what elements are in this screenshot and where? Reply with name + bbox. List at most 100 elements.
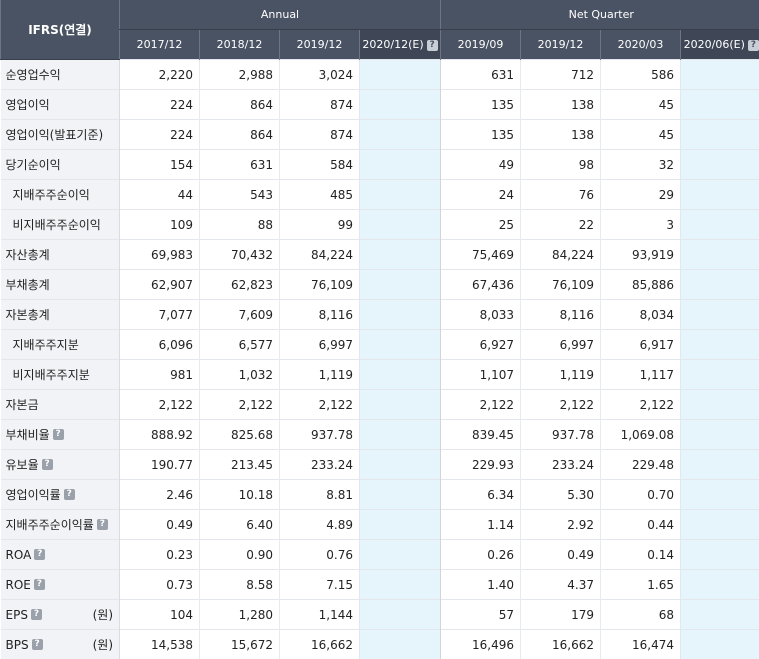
quarter-estimate-cell <box>681 210 759 240</box>
quarter-estimate-cell <box>681 630 759 659</box>
row-label: 영업이익(발표기준) <box>6 126 104 143</box>
quarter-value-cell: 85,886 <box>601 270 681 300</box>
annual-value-cell: 2.46 <box>120 480 200 510</box>
help-icon[interactable]: ? <box>34 549 45 560</box>
table-row: 부채비율?888.92825.68937.78839.45937.781,069… <box>1 420 759 450</box>
quarter-estimate-cell <box>681 60 759 90</box>
annual-estimate-cell <box>360 510 441 540</box>
annual-value-cell: 16,662 <box>280 630 360 659</box>
row-label: 부채총계 <box>6 276 50 293</box>
annual-value-cell: 6,997 <box>280 330 360 360</box>
quarter-value-cell: 93,919 <box>601 240 681 270</box>
quarter-value-cell: 6,917 <box>601 330 681 360</box>
annual-estimate-cell <box>360 330 441 360</box>
quarter-value-cell: 32 <box>601 150 681 180</box>
table-row: 지배주주순이익률?0.496.404.891.142.920.44 <box>1 510 759 540</box>
annual-value-cell: 76,109 <box>280 270 360 300</box>
table-row: ROA?0.230.900.760.260.490.14 <box>1 540 759 570</box>
quarter-estimate-cell <box>681 390 759 420</box>
quarter-value-cell: 6,997 <box>521 330 601 360</box>
row-label: 순영업수익 <box>6 66 61 83</box>
annual-value-cell: 1,144 <box>280 600 360 630</box>
row-label-cell: 유보율? <box>1 450 120 480</box>
annual-estimate-cell <box>360 270 441 300</box>
row-label: BPS <box>6 638 29 652</box>
quarter-value-cell: 6.34 <box>441 480 521 510</box>
row-label-cell: 당기순이익 <box>1 150 120 180</box>
help-icon[interactable]: ? <box>97 519 108 530</box>
row-label-cell: 자산총계 <box>1 240 120 270</box>
annual-estimate-cell <box>360 480 441 510</box>
row-label: 부채비율 <box>6 426 50 443</box>
annual-value-cell: 874 <box>280 90 360 120</box>
help-icon[interactable]: ? <box>427 40 438 51</box>
annual-value-cell: 937.78 <box>280 420 360 450</box>
annual-estimate-cell <box>360 210 441 240</box>
table-row: 당기순이익154631584499832 <box>1 150 759 180</box>
row-label: ROA <box>6 548 32 562</box>
quarter-estimate-cell <box>681 90 759 120</box>
quarter-value-cell: 1,117 <box>601 360 681 390</box>
quarter-value-cell: 1.14 <box>441 510 521 540</box>
quarter-value-cell: 57 <box>441 600 521 630</box>
annual-value-cell: 0.23 <box>120 540 200 570</box>
quarter-estimate-cell <box>681 300 759 330</box>
row-label-cell: 비지배주주순이익 <box>1 210 120 240</box>
help-icon[interactable]: ? <box>34 579 45 590</box>
help-icon[interactable]: ? <box>42 459 53 470</box>
quarter-value-cell: 76 <box>521 180 601 210</box>
annual-value-cell: 224 <box>120 120 200 150</box>
annual-value-cell: 213.45 <box>200 450 280 480</box>
unit-label: (원) <box>93 606 113 623</box>
quarter-value-cell: 25 <box>441 210 521 240</box>
help-icon[interactable]: ? <box>31 609 42 620</box>
table-row: 비지배주주순이익109889925223 <box>1 210 759 240</box>
annual-value-cell: 6,096 <box>120 330 200 360</box>
annual-value-cell: 233.24 <box>280 450 360 480</box>
help-icon[interactable]: ? <box>32 639 43 650</box>
annual-estimate-cell <box>360 240 441 270</box>
quarter-value-cell: 45 <box>601 90 681 120</box>
annual-estimate-cell <box>360 540 441 570</box>
annual-value-cell: 62,907 <box>120 270 200 300</box>
row-label: 지배주주지분 <box>13 336 79 353</box>
quarter-value-cell: 712 <box>521 60 601 90</box>
estimate-label: 2020/06(E) <box>684 38 745 51</box>
quarter-value-cell: 76,109 <box>521 270 601 300</box>
annual-value-cell: 4.89 <box>280 510 360 540</box>
quarter-value-cell: 2,122 <box>441 390 521 420</box>
quarter-value-cell: 1.40 <box>441 570 521 600</box>
quarter-value-cell: 84,224 <box>521 240 601 270</box>
quarter-estimate-cell <box>681 120 759 150</box>
help-icon[interactable]: ? <box>748 40 759 51</box>
quarter-value-cell: 75,469 <box>441 240 521 270</box>
quarter-value-cell: 49 <box>441 150 521 180</box>
row-label-cell: EPS?(원) <box>1 600 120 630</box>
quarter-value-cell: 8,033 <box>441 300 521 330</box>
quarter-value-cell: 1,119 <box>521 360 601 390</box>
quarter-estimate-cell <box>681 510 759 540</box>
annual-estimate-cell <box>360 420 441 450</box>
annual-value-cell: 8.81 <box>280 480 360 510</box>
table-row: 영업이익22486487413513845 <box>1 90 759 120</box>
annual-value-cell: 3,024 <box>280 60 360 90</box>
quarter-value-cell: 138 <box>521 120 601 150</box>
help-icon[interactable]: ? <box>53 429 64 440</box>
row-label-cell: 영업이익(발표기준) <box>1 120 120 150</box>
annual-value-cell: 0.76 <box>280 540 360 570</box>
quarter-value-cell: 135 <box>441 90 521 120</box>
annual-value-cell: 70,432 <box>200 240 280 270</box>
annual-estimate-cell <box>360 300 441 330</box>
annual-estimate-cell <box>360 180 441 210</box>
quarter-value-cell: 179 <box>521 600 601 630</box>
quarter-value-cell: 3 <box>601 210 681 240</box>
quarter-value-cell: 1,107 <box>441 360 521 390</box>
quarter-value-cell: 16,496 <box>441 630 521 659</box>
annual-estimate-cell <box>360 450 441 480</box>
period-header-quarter: 2019/09 <box>441 30 521 60</box>
help-icon[interactable]: ? <box>64 489 75 500</box>
annual-value-cell: 7.15 <box>280 570 360 600</box>
row-label-cell: 영업이익률? <box>1 480 120 510</box>
annual-value-cell: 2,988 <box>200 60 280 90</box>
annual-value-cell: 8.58 <box>200 570 280 600</box>
